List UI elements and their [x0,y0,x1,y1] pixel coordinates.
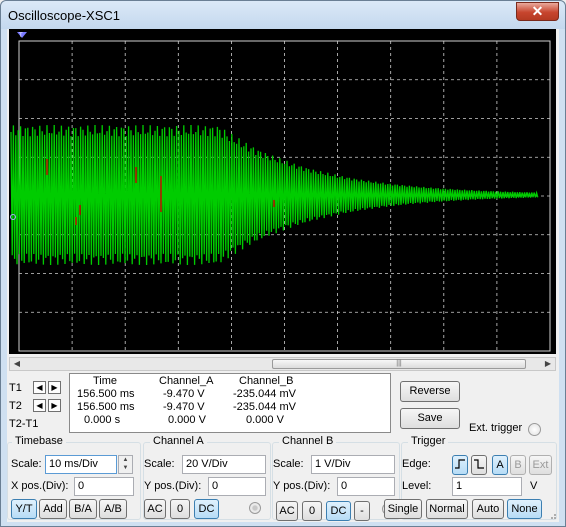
cursor-t1-label: T1 [9,382,22,394]
channel-a-trace [10,124,539,266]
t-marker-label: T [19,33,23,39]
timebase-scale-label: Scale: [11,458,42,470]
readout-t1-channel-b: -235.044 mV [233,388,296,400]
readout-header-time: Time [93,375,118,387]
channel-a-color-radio[interactable] [249,502,261,514]
channel-a-ac-button[interactable]: AC [144,499,166,519]
cursor-t2-label: T2 [9,400,22,412]
rising-edge-icon: f [453,456,465,469]
scroll-right-icon[interactable]: ▶ [541,358,555,370]
readout-t1-time: 156.500 ms [77,388,135,400]
channel-a-ypos-field[interactable]: 0 [208,477,266,496]
trigger-level-unit: V [530,480,538,492]
readout-t2-channel-b: -235.044 mV [233,401,296,413]
oscilloscope-window: Oscilloscope-XSC1 ✕ T ◀ ||| ▶ T1 ◀ ▶ T2 … [0,0,566,527]
channel-b-invert-button[interactable]: - [354,501,370,521]
scroll-thumb[interactable]: ||| [272,359,526,369]
channel-b-scale-field[interactable]: 1 V/Div [311,455,395,474]
channel-b-scale-label: Scale: [273,458,304,470]
readout-diff-time: 0.000 s [84,414,121,426]
timebase-scale-spinner[interactable]: ▲ ▼ [118,455,133,474]
trigger-source-a-button[interactable]: A [492,455,508,475]
cursor-diff-row: T2-T1 [9,417,69,433]
trigger-group: Trigger Edge: f t A B Ext Level: 1 V Sin… [384,435,557,520]
ext-trigger-label: Ext. trigger [469,422,523,434]
title-bar[interactable]: Oscilloscope-XSC1 ✕ [1,1,565,29]
mode-ab-button[interactable]: A/B [99,499,127,519]
trigger-level-label: Level: [402,480,432,492]
spin-up-icon[interactable]: ▲ [119,456,132,464]
channel-b-ypos-field[interactable]: 0 [337,477,395,496]
timebase-group: Timebase Scale: 10 ms/Div ▲ ▼ X pos.(Div… [7,435,141,520]
channel-a-group: Channel A Scale: 20 V/Div Y pos.(Div): 0… [143,435,271,520]
trigger-source-b-button[interactable]: B [510,455,526,475]
channel-b-group: Channel B Scale: 1 V/Div Y pos.(Div): 0 … [272,435,400,521]
ext-trigger-radio[interactable] [528,423,541,436]
cursor-t2-row: T2 ◀ ▶ [9,399,69,415]
timebase-xpos-field[interactable]: 0 [74,477,134,496]
trigger-none-button[interactable]: None [507,499,542,519]
channel-b-zero-button[interactable]: 0 [302,501,322,521]
trigger-level-field[interactable]: 1 [452,477,522,496]
save-button[interactable]: Save [400,408,460,429]
trigger-source-ext-button[interactable]: Ext [529,455,552,475]
trigger-edge-label: Edge: [402,458,431,470]
timebase-title: Timebase [12,435,66,447]
timebase-xpos-label: X pos.(Div): [11,480,69,492]
readout-t1-channel-a: -9.470 V [163,388,205,400]
scope-display: T [10,32,551,352]
channel-a-scale-label: Scale: [144,458,175,470]
timebase-scale-field[interactable]: 10 ms/Div [45,455,117,474]
channel-b-dc-button[interactable]: DC [326,501,351,521]
readout-header-channel-b: Channel_B [239,375,294,387]
time-scrollbar[interactable]: ◀ ||| ▶ [9,357,556,371]
readout-t2-time: 156.500 ms [77,401,135,413]
scroll-left-icon[interactable]: ◀ [10,358,24,370]
cursor-t1-right-button[interactable]: ▶ [48,381,61,394]
readout-diff-channel-a: 0.000 V [168,414,206,426]
rising-edge-label: f [453,456,454,457]
cursor-diff-label: T2-T1 [9,418,39,430]
channel-b-title: Channel B [279,435,337,447]
trigger-normal-button[interactable]: Normal [426,499,468,519]
reverse-button[interactable]: Reverse [400,381,460,402]
readout-diff-channel-b: 0.000 V [246,414,284,426]
cursor-t2-left-button[interactable]: ◀ [33,399,46,412]
trigger-title: Trigger [408,435,449,447]
channel-a-title: Channel A [150,435,207,447]
trigger-falling-edge-button[interactable]: t [471,455,487,475]
trigger-rising-edge-button[interactable]: f [452,455,468,475]
cursor-t1-row: T1 ◀ ▶ [9,381,69,397]
mode-add-button[interactable]: Add [39,499,67,519]
cursor-controls: T1 ◀ ▶ T2 ◀ ▶ T2-T1 [9,379,67,439]
readout-header-channel-a: Channel_A [159,375,214,387]
mode-ba-button[interactable]: B/A [69,499,97,519]
falling-edge-label: t [472,456,473,457]
cursor-t2-right-button[interactable]: ▶ [48,399,61,412]
trigger-auto-button[interactable]: Auto [472,499,504,519]
mode-yt-button[interactable]: Y/T [11,499,37,519]
channel-b-ac-button[interactable]: AC [276,501,298,521]
falling-edge-icon: t [472,456,484,469]
measurement-readout: Time Channel_A Channel_B 156.500 ms -9.4… [69,373,391,433]
channel-a-zero-button[interactable]: 0 [170,499,190,519]
channel-a-ypos-label: Y pos.(Div): [144,480,202,492]
channel-b-ypos-label: Y pos.(Div): [273,480,331,492]
channel-a-scale-field[interactable]: 20 V/Div [182,455,266,474]
client-area: T ◀ ||| ▶ T1 ◀ ▶ T2 ◀ ▶ T2-T1 Time Chann… [7,29,559,522]
trigger-single-button[interactable]: Single [384,499,422,519]
cursor-t1-left-button[interactable]: ◀ [33,381,46,394]
scope-screen: T [9,29,556,354]
resize-grip-icon[interactable] [547,510,557,520]
close-button[interactable]: ✕ [516,2,559,21]
window-title: Oscilloscope-XSC1 [8,8,120,23]
channel-a-dc-button[interactable]: DC [194,499,219,519]
spin-down-icon[interactable]: ▼ [119,464,132,472]
readout-t2-channel-a: -9.470 V [163,401,205,413]
